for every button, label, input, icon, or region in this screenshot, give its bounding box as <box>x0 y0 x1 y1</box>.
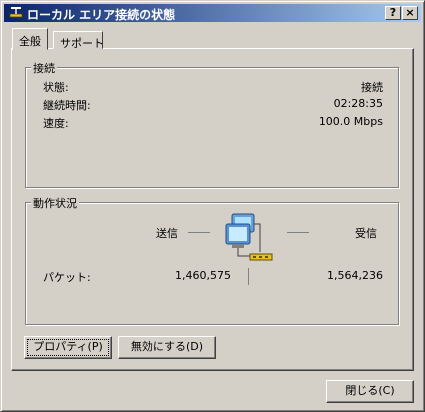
received-activity-line <box>287 232 309 233</box>
activity-group <box>25 202 399 325</box>
connection-legend: 接続 <box>31 60 57 76</box>
network-computers-icon <box>225 213 273 261</box>
hub-cable-line <box>248 268 249 285</box>
speed-value: 100.0 Mbps <box>318 115 383 128</box>
received-label: 受信 <box>355 227 377 240</box>
duration-value: 02:28:35 <box>333 97 383 110</box>
help-button[interactable]: ? <box>385 6 401 20</box>
status-value: 接続 <box>361 81 383 94</box>
close-window-button[interactable]: × <box>402 6 418 20</box>
packets-received-value: 1,564,236 <box>327 269 383 282</box>
sent-activity-line <box>188 232 210 233</box>
title-bar[interactable]: ローカル エリア接続の状態 ? × <box>4 4 421 22</box>
properties-button[interactable]: プロパティ(P) <box>24 336 112 359</box>
packets-label: パケット: <box>43 271 91 284</box>
network-connection-icon <box>9 7 23 18</box>
activity-legend: 動作状況 <box>31 195 79 211</box>
close-button[interactable]: 閉じる(C) <box>326 380 414 403</box>
sent-label: 送信 <box>156 227 178 240</box>
tab-support[interactable]: サポート <box>53 31 104 50</box>
tab-general[interactable]: 全般 <box>12 28 48 50</box>
status-label: 状態: <box>43 81 69 94</box>
speed-label: 速度: <box>43 117 69 130</box>
duration-label: 継続時間: <box>43 99 91 112</box>
disable-button[interactable]: 無効にする(D) <box>118 336 216 359</box>
window-title: ローカル エリア接続の状態 <box>27 8 176 22</box>
packets-sent-value: 1,460,575 <box>175 269 231 282</box>
